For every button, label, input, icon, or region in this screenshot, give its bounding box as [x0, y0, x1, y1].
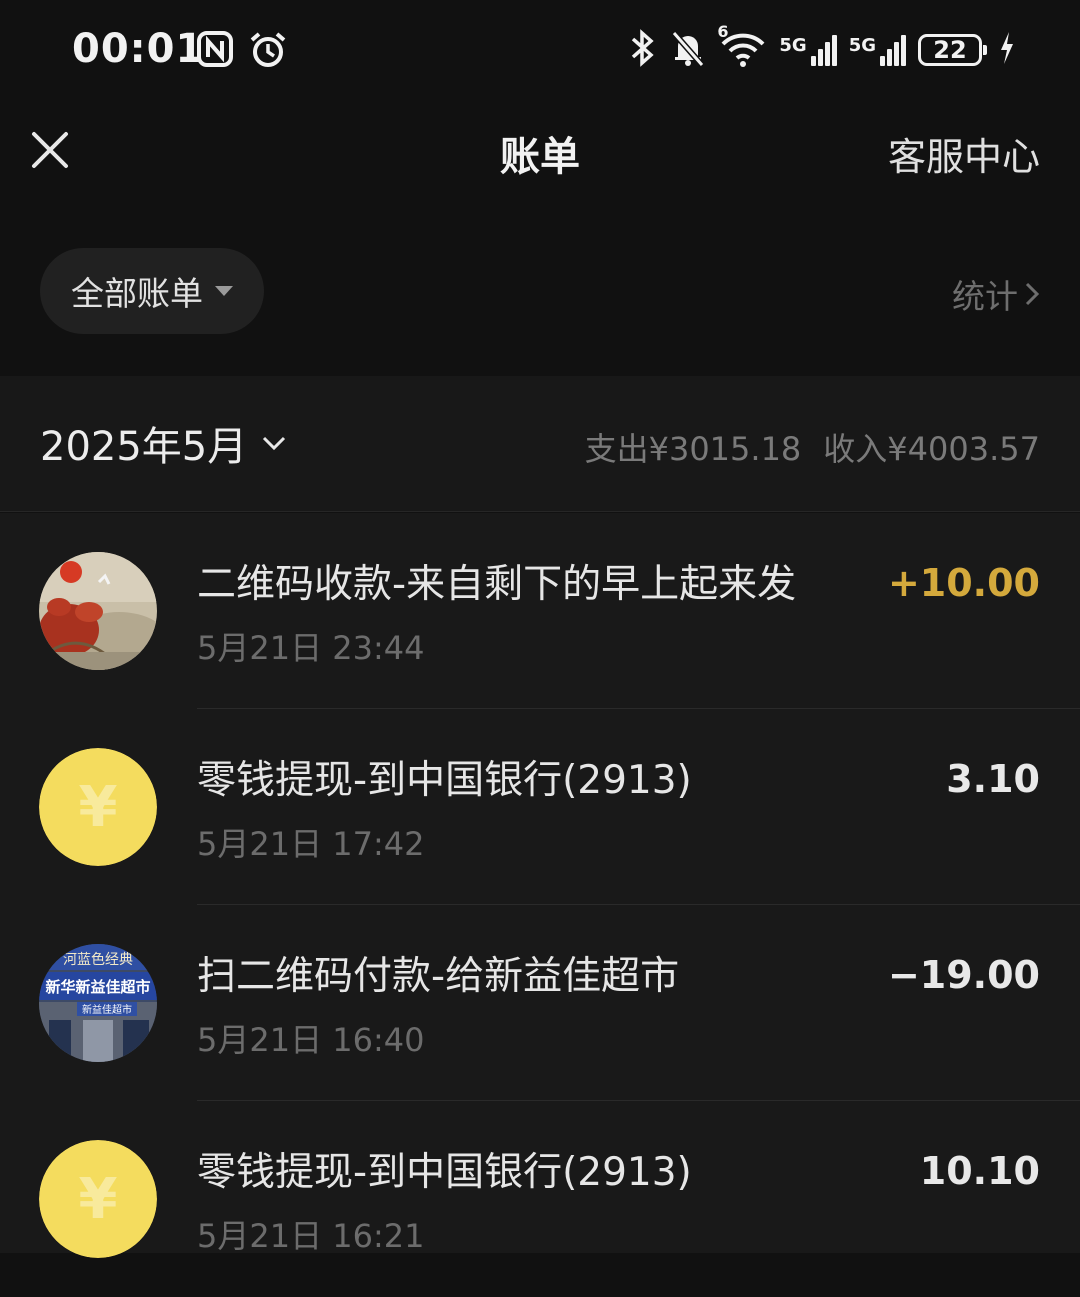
bluetooth-icon — [629, 28, 657, 72]
caret-down-icon — [215, 286, 233, 296]
transaction-amount: 3.10 — [946, 757, 1040, 801]
transaction-time: 5月21日 16:21 — [197, 1217, 425, 1255]
transaction-title: 扫二维码付款-给新益佳超市 — [197, 954, 680, 999]
lightning-icon — [998, 30, 1016, 70]
status-time: 00:01 — [72, 26, 205, 72]
signal-bar — [810, 55, 816, 66]
store-sign-top: 河蓝色经典 — [63, 951, 133, 968]
status-left-icons — [196, 30, 288, 74]
statistics-label: 统计 — [952, 277, 1018, 316]
signal-bar — [831, 34, 837, 66]
month-selector[interactable]: 2025年5月 — [40, 414, 287, 472]
transaction-title: 二维码收款-来自剩下的早上起来发 — [197, 562, 797, 607]
battery-level: 22 — [933, 36, 967, 64]
store-sign-small: 新益佳超市 — [82, 1003, 132, 1016]
signal-1: 5G — [779, 34, 837, 66]
alarm-icon — [248, 30, 288, 74]
coin-symbol: ¥ — [39, 748, 157, 866]
chevron-right-icon — [1025, 282, 1040, 306]
signal-bar — [901, 34, 906, 66]
nfc-icon — [196, 30, 234, 74]
signal-bar — [880, 55, 885, 66]
bill-filter-label: 全部账单 — [71, 274, 203, 313]
bill-filter-dropdown[interactable]: 全部账单 — [40, 248, 264, 334]
wifi-icon: 6 — [717, 22, 767, 72]
yuan-coin-icon: ¥ — [39, 1140, 157, 1258]
signal-1-label: 5G — [779, 34, 807, 56]
signal-bar — [887, 48, 892, 66]
transaction-amount: +10.00 — [887, 561, 1040, 605]
signal-2-label: 5G — [848, 34, 876, 56]
status-right-icons: 6 5G 5G 22 — [629, 22, 1016, 72]
chevron-down-icon — [263, 436, 286, 451]
transaction-list: 二维码收款-来自剩下的早上起来发 5月21日 23:44 +10.00 ¥ 零钱… — [0, 513, 1080, 1258]
store-sign-main: 新华新益佳超市 — [45, 978, 150, 996]
transaction-time: 5月21日 23:44 — [197, 629, 425, 667]
transaction-row[interactable]: 二维码收款-来自剩下的早上起来发 5月21日 23:44 +10.00 — [0, 513, 1080, 709]
transaction-row[interactable]: ¥ 零钱提现-到中国银行(2913) 5月21日 16:21 10.10 — [0, 1101, 1080, 1297]
customer-service-link[interactable]: 客服中心 — [888, 126, 1040, 181]
month-summary: 支出¥3015.18 收入¥4003.57 — [585, 424, 1040, 470]
nav-bar: 账单 客服中心 — [0, 100, 1080, 200]
store-photo-avatar: 河蓝色经典 新华新益佳超市 新益佳超市 — [39, 944, 157, 1062]
transaction-amount: −19.00 — [887, 953, 1040, 997]
yuan-coin-icon: ¥ — [39, 748, 157, 866]
transaction-row[interactable]: 河蓝色经典 新华新益佳超市 新益佳超市 扫二维码付款-给新益佳超市 5月21日 … — [0, 905, 1080, 1101]
signal-bar — [824, 41, 830, 66]
mute-icon — [669, 28, 707, 72]
filter-row: 全部账单 统计 — [0, 200, 1080, 375]
month-label: 2025年5月 — [40, 424, 248, 470]
coin-symbol: ¥ — [39, 1140, 157, 1258]
transaction-time: 5月21日 17:42 — [197, 825, 425, 863]
transaction-title: 零钱提现-到中国银行(2913) — [197, 758, 692, 803]
signal-bar — [894, 41, 899, 66]
wifi-badge: 6 — [717, 22, 729, 41]
statistics-link[interactable]: 统计 — [952, 270, 1040, 318]
status-bar: 00:01 6 5G 5G 22 — [0, 0, 1080, 100]
month-header: 2025年5月 支出¥3015.18 收入¥4003.57 — [0, 376, 1080, 512]
battery-indicator: 22 — [918, 34, 987, 66]
painting-avatar — [39, 552, 157, 670]
transaction-title: 零钱提现-到中国银行(2913) — [197, 1150, 692, 1195]
transaction-time: 5月21日 16:40 — [197, 1021, 425, 1059]
month-expense: 支出¥3015.18 — [584, 430, 802, 468]
transaction-row[interactable]: ¥ 零钱提现-到中国银行(2913) 5月21日 17:42 3.10 — [0, 709, 1080, 905]
signal-2: 5G — [848, 34, 906, 66]
transaction-amount: 10.10 — [919, 1149, 1040, 1193]
month-income: 收入¥4003.57 — [823, 430, 1040, 468]
signal-bar — [817, 48, 823, 66]
